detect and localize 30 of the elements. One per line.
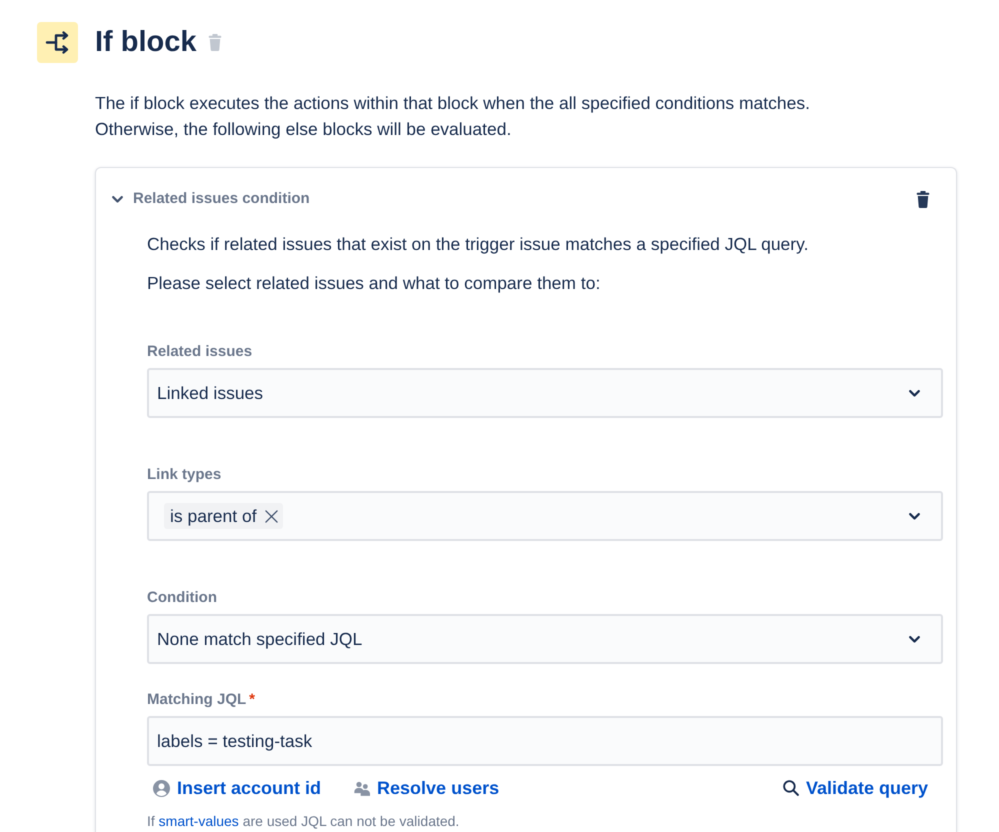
page-title: If block (95, 25, 197, 60)
branch-arrows-icon (37, 22, 78, 63)
field-label: Condition (147, 588, 217, 608)
chevron-down-icon[interactable] (909, 636, 920, 642)
section-title[interactable]: Related issues condition (133, 189, 310, 209)
user-circle-icon (153, 780, 170, 796)
description-text: The if block executes the actions within that block when the all specified conditions matches. Otherwise, the following else blocks will be evaluated. (95, 92, 811, 141)
required-asterisk: * (249, 690, 256, 710)
close-icon[interactable] (264, 510, 278, 522)
search-icon (782, 780, 799, 796)
resolve-users-link[interactable]: Resolve users (354, 776, 500, 800)
field-label: Related issues (147, 342, 252, 362)
help-text: If smart-values are used JQL can not be validated. (147, 813, 460, 829)
field-label: Matching JQL (147, 690, 246, 710)
tag-label: is parent of (170, 505, 257, 528)
validate-query-link[interactable]: Validate query (782, 776, 928, 800)
smart-values-link[interactable]: smart-values (158, 813, 239, 829)
insert-account-link[interactable]: Insert account id (153, 776, 322, 800)
people-icon (354, 780, 370, 796)
trash-icon[interactable] (916, 190, 930, 208)
chevron-down-icon[interactable] (909, 512, 920, 520)
text-input-field[interactable]: labels = testing-task (147, 716, 943, 766)
chevron-down-icon[interactable] (112, 196, 123, 202)
chevron-down-icon[interactable] (909, 390, 920, 396)
field-label: Link types (147, 465, 222, 485)
condition-description: Checks if related issues that exist on the trigger issue matches a specified JQL query. (147, 233, 810, 256)
dropdown-field[interactable]: None match specified JQL (147, 614, 943, 664)
multi-select-field[interactable]: is parent of (147, 491, 943, 541)
prompt-text: Please select related issues and what to compare them to: (147, 272, 602, 295)
dropdown-field[interactable]: Linked issues (147, 368, 943, 418)
